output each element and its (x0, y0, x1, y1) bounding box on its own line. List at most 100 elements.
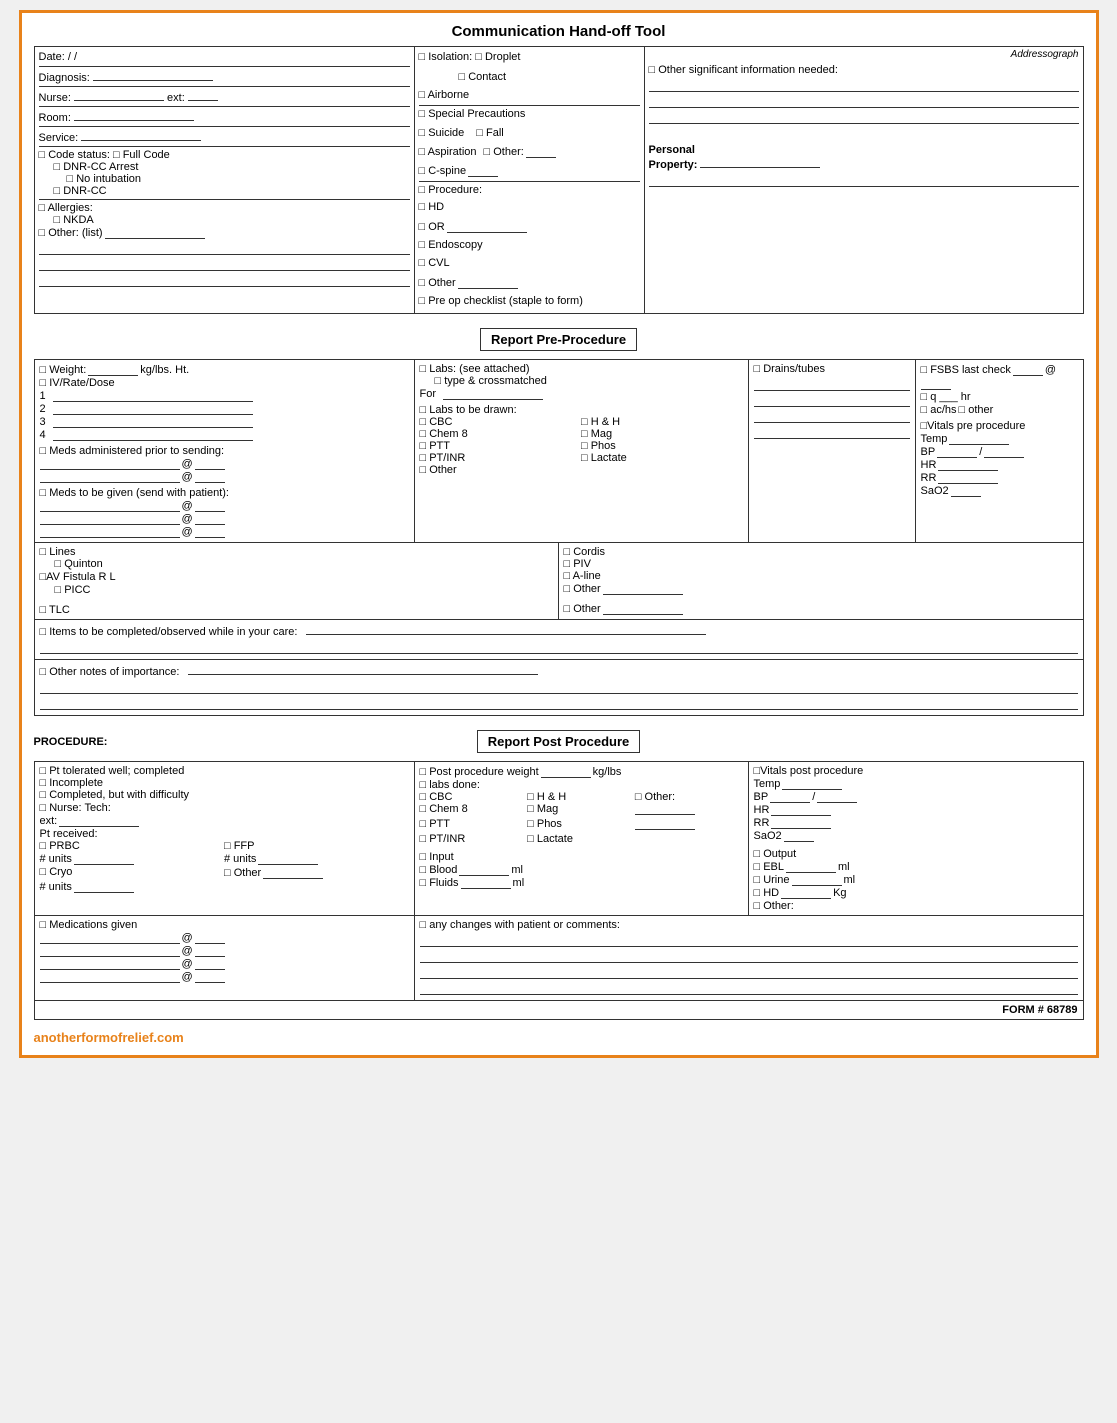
bp-pre: BP (921, 446, 936, 458)
pre-proc-grid: □ Weight: kg/lbs. Ht. □ IV/Rate/Dose 1 2… (35, 360, 1083, 543)
cbc-post: □ CBC (420, 791, 528, 803)
achs: □ ac/hs (921, 404, 957, 416)
right-two-col: □ Drains/tubes □ FSBS last check @ □ q _… (749, 360, 1083, 542)
bp-pre-row: BP / (921, 446, 1078, 458)
post-weight: □ Post procedure weight (420, 766, 539, 778)
items-completed: □ Items to be completed/observed while i… (40, 626, 298, 638)
nurse-row: Nurse: ext: (39, 87, 410, 107)
fluids-ml-row: □ Fluids ml (420, 877, 743, 889)
meds-changes-row: □ Medications given @ @ @ (35, 916, 1083, 1001)
units-ffp: # units (224, 853, 409, 865)
form-number-row: FORM # 68789 (35, 1001, 1083, 1019)
diagnosis-row: Diagnosis: (39, 67, 410, 87)
hr-pre: HR (921, 459, 937, 471)
hd-post: □ HD (754, 887, 780, 899)
meds-prior: □ Meds administered prior to sending: (40, 445, 409, 457)
meds-send-at2: @ (40, 513, 409, 525)
q-hr: □ q ___ hr (921, 391, 1078, 403)
prbc: □ PRBC (40, 840, 225, 852)
fsbs: □ FSBS last check (921, 364, 1011, 376)
any-changes-col: □ any changes with patient or comments: (415, 916, 1083, 1000)
or: □ OR (419, 221, 445, 233)
lactate-post: □ Lactate (527, 833, 635, 845)
code-status: □ Code status: □ Full Code (39, 149, 410, 161)
personal-property-label: PersonalProperty: (649, 144, 698, 171)
meds-given-col: □ Medications given @ @ @ (35, 916, 415, 1000)
airborne-row: □ Airborne (419, 87, 640, 105)
urine-row: □ Urine ml (754, 874, 1078, 886)
other-list-row: □ Other: (list) (39, 227, 410, 239)
av-fistula: □AV Fistula R L (40, 571, 553, 583)
sao2-pre-row: SaO2 (921, 485, 1078, 497)
nurse-label: Nurse: (39, 92, 71, 104)
other-sp: □ Other: (484, 146, 524, 158)
other-lines: □ Other (564, 583, 601, 595)
aline: □ A-line (564, 570, 1078, 582)
lines-left-col: □ Lines □ Quinton □AV Fistula R L □ PICC… (35, 543, 559, 619)
labs-see-attached: □ Labs: (see attached) (420, 363, 743, 375)
any-changes: □ any changes with patient or comments: (420, 919, 1078, 931)
av-fistula-label: □AV Fistula R L (40, 571, 116, 583)
contact-row: □ Contact (419, 68, 640, 86)
top-right-col: Addressograph □ Other significant inform… (645, 47, 1083, 313)
post-middle-col: □ Post procedure weight kg/lbs □ labs do… (415, 762, 749, 915)
pre-proc-section: □ Weight: kg/lbs. Ht. □ IV/Rate/Dose 1 2… (34, 359, 1084, 716)
procedure-strong: PROCEDURE: (34, 736, 108, 748)
sao2-pre: SaO2 (921, 485, 949, 497)
fsbs-row: □ FSBS last check @ (921, 364, 1078, 390)
pre-middle-col: □ Labs: (see attached) □ type & crossmat… (415, 360, 749, 542)
iv-rate-dose: □ IV/Rate/Dose (40, 377, 409, 389)
footer: anotherformofrelief.com (34, 1030, 1084, 1045)
for-row: For (420, 388, 743, 400)
pt-received: Pt received: (40, 828, 409, 840)
room-label: Room: (39, 112, 71, 124)
chem8-post: □ Chem 8 (420, 803, 528, 818)
isolation: □ Isolation: □ Droplet (419, 51, 521, 63)
cvl-row: □ CVL (419, 255, 640, 273)
cordis: □ Cordis (564, 546, 1078, 558)
mag: □ Mag (581, 428, 743, 440)
post-proc-header: Report Post Procedure (477, 730, 641, 753)
other-lines-row: □ Other (564, 583, 1078, 595)
hh-post: □ H & H (527, 791, 635, 803)
lines-row: □ Lines □ Quinton □AV Fistula R L □ PICC… (35, 543, 1083, 620)
suicide-fall-row: □ Suicide □ Fall (419, 124, 640, 142)
iv-line-2: 2 (40, 403, 409, 415)
top-left-col: Date: / / Diagnosis: Nurse: ext: Room: S… (35, 47, 415, 313)
urine: □ Urine (754, 874, 790, 886)
post-left-col: □ Pt tolerated well; completed □ Incompl… (35, 762, 415, 915)
achs-row: □ ac/hs □ other (921, 404, 1078, 416)
pre-op-row: □ Pre op checklist (staple to form) (419, 293, 640, 311)
completed-difficulty: □ Completed, but with difficulty (40, 789, 409, 801)
sao2-post: SaO2 (754, 830, 782, 842)
other-labs: □ Other (420, 464, 582, 476)
drains-tubes-col: □ Drains/tubes (749, 360, 916, 542)
phos: □ Phos (581, 440, 743, 452)
temp-pre: Temp (921, 433, 948, 445)
output-label: □ Output (754, 848, 1078, 860)
lines-section: □ Lines (40, 546, 553, 558)
chem8: □ Chem 8 (420, 428, 582, 440)
other-post: □ Other: (635, 791, 743, 803)
meds-send-at1: @ (40, 500, 409, 512)
picc: □ PICC (55, 584, 553, 596)
labs-drawn: □ Labs to be drawn: (420, 404, 743, 416)
ext-label: ext: (40, 815, 58, 827)
fsbs-vitals-col: □ FSBS last check @ □ q ___ hr □ ac/hs □… (916, 360, 1083, 542)
other-lines2: □ Other (564, 603, 601, 615)
contact: □ Contact (459, 71, 507, 83)
temp-post-row: Temp (754, 778, 1078, 790)
units-prbc: # units (40, 853, 225, 865)
other-list: □ Other: (list) (39, 227, 103, 239)
other-proc-row: □ Other (419, 274, 640, 292)
meds-send: □ Meds to be given (send with patient): (40, 487, 409, 499)
blood-ml-row: □ Blood ml (420, 864, 743, 876)
iv-line-1: 1 (40, 390, 409, 402)
blood-products-grid: □ PRBC □ FFP # units # units □ Cryo □ Ot… (40, 840, 409, 894)
pre-proc-header-wrapper: Report Pre-Procedure (34, 324, 1084, 355)
cryo: □ Cryo (40, 866, 225, 880)
date-label: Date: (39, 51, 65, 63)
ptinr-post: □ PT/INR (420, 833, 528, 845)
pt-tolerated: □ Pt tolerated well; completed (40, 765, 409, 777)
hd-row: □ HD (419, 199, 640, 217)
